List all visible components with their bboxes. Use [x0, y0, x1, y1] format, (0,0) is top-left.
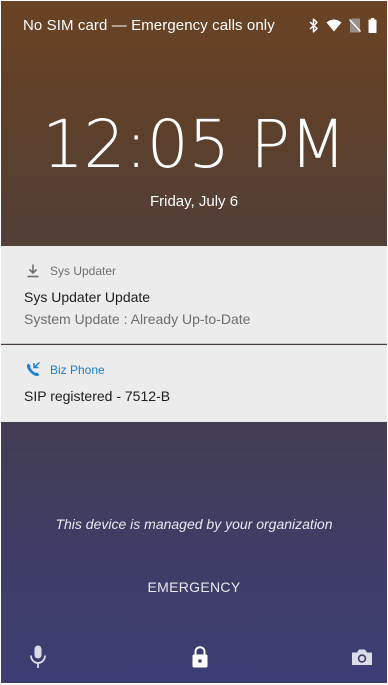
wifi-icon	[326, 19, 342, 32]
battery-icon	[368, 17, 377, 33]
lock-screen: No SIM card — Emergency calls only 12:05…	[1, 1, 387, 683]
notification-biz-phone[interactable]: Biz Phone SIP registered - 7512-B	[1, 345, 387, 422]
notification-header: Biz Phone	[24, 361, 387, 379]
no-sim-icon	[349, 18, 361, 33]
status-bar: No SIM card — Emergency calls only	[1, 1, 387, 49]
camera-icon[interactable]	[349, 644, 375, 670]
notification-app-name: Sys Updater	[50, 264, 117, 278]
emergency-call-button-wrap: EMERGENCY	[1, 579, 387, 595]
notification-sys-updater[interactable]: Sys Updater Sys Updater Update System Up…	[1, 246, 387, 344]
phone-call-icon	[24, 361, 42, 379]
lock-clock: 12:05 PM	[42, 106, 346, 183]
notification-title: Sys Updater Update	[24, 289, 151, 305]
bluetooth-icon	[309, 17, 319, 33]
notification-app-name: Biz Phone	[50, 363, 105, 377]
lock-icon[interactable]	[187, 644, 213, 670]
lock-date: Friday, July 6	[149, 193, 239, 210]
mic-icon[interactable]	[25, 644, 51, 670]
emergency-call-button[interactable]: EMERGENCY	[138, 575, 251, 599]
notification-body: System Update : Already Up-to-Date	[24, 311, 251, 327]
download-icon	[24, 262, 42, 280]
carrier-status-text: No SIM card — Emergency calls only	[23, 16, 275, 34]
status-icons	[309, 17, 377, 33]
notification-title: SIP registered - 7512-B	[24, 388, 171, 404]
managed-device-notice: This device is managed by your organizat…	[55, 516, 333, 532]
notification-header: Sys Updater	[24, 262, 387, 280]
